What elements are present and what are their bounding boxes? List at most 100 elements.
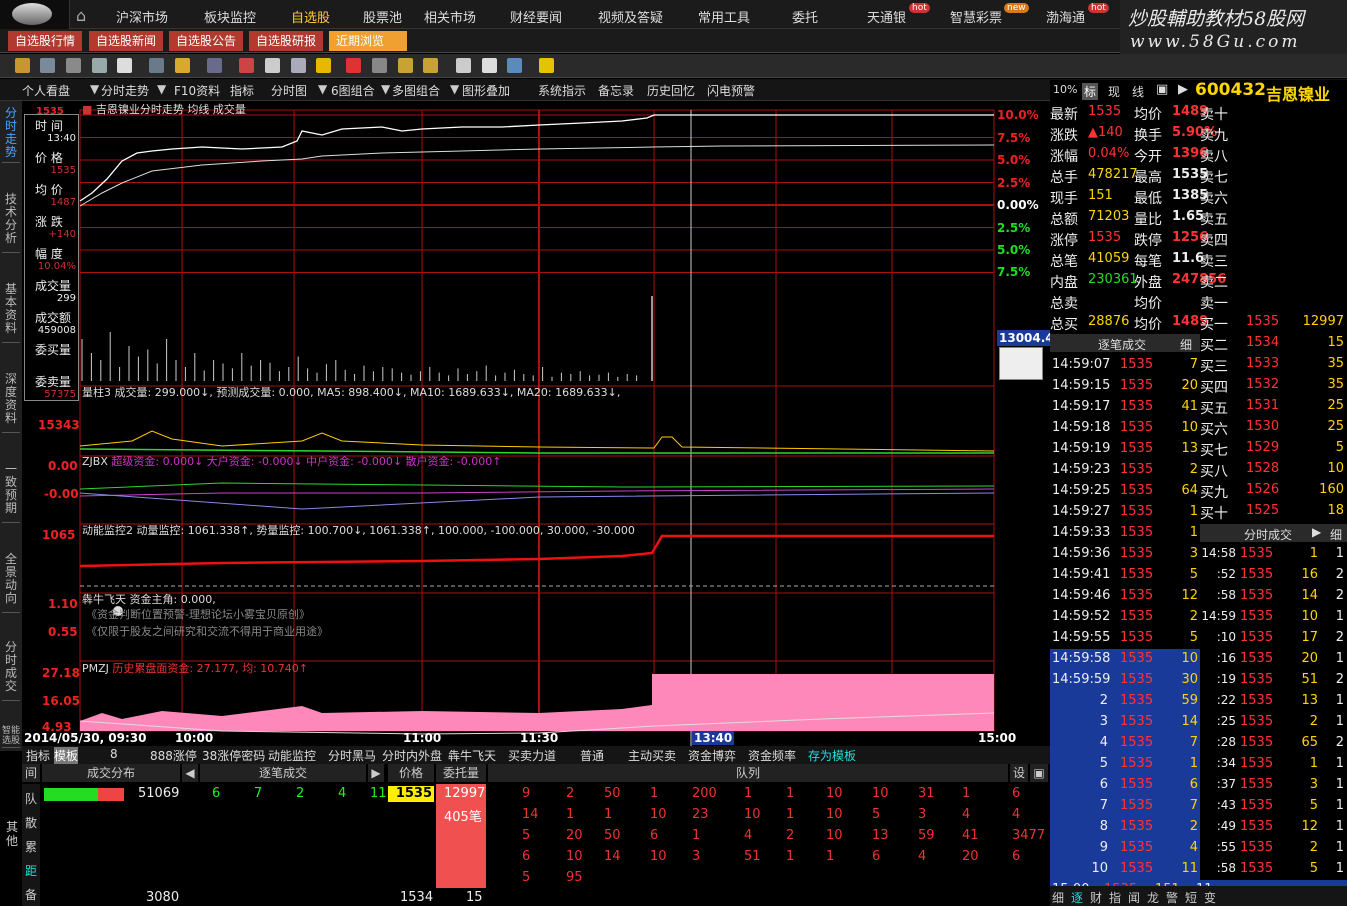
right-bottom-tab[interactable]: 变 (1204, 889, 1216, 906)
menu-shandian[interactable]: 闪电预警 (707, 82, 755, 99)
btab-38[interactable]: 38涨停密码 (202, 747, 265, 764)
nav-item-bankuai[interactable]: 板块监控 (204, 7, 256, 26)
btab-muban[interactable]: 模板 (54, 747, 79, 764)
ltab-jishu[interactable]: 技术分析 (2, 193, 20, 253)
picture-icon[interactable] (372, 58, 387, 73)
prev-arrow-icon[interactable]: ◀ (182, 764, 198, 782)
qtab-bei[interactable]: 备 (25, 886, 37, 903)
window-icon[interactable]: ▣ (1156, 82, 1168, 97)
ltab-yizhi[interactable]: 一致预期 (2, 463, 20, 523)
nav-item-tools[interactable]: 常用工具 (698, 7, 750, 26)
nav-item-caijing[interactable]: 财经要闻 (510, 7, 562, 26)
line-icon[interactable] (175, 58, 190, 73)
play-icon[interactable]: ▶ (1178, 82, 1188, 97)
menu-6tu[interactable]: 6图组合 (331, 82, 375, 99)
qtab-dui[interactable]: 队 (25, 790, 37, 807)
nav-item-gupiaochi[interactable]: 股票池 (363, 7, 402, 26)
right-bottom-tab[interactable]: 细 (1052, 889, 1064, 906)
tab-zixuan-report[interactable]: 自选股研报 (249, 31, 324, 51)
intraday-chart[interactable] (22, 101, 1050, 746)
move-icon[interactable] (149, 58, 164, 73)
menu-fenshitu[interactable]: 分时图 (271, 82, 307, 99)
angle-icon[interactable] (423, 58, 438, 73)
chart-mini-widget[interactable] (999, 347, 1043, 380)
zbcj-detail-button[interactable]: 细 (1180, 336, 1192, 353)
calc-icon[interactable] (456, 58, 471, 73)
tab-recent[interactable]: 近期浏览 (329, 31, 407, 51)
menu-fenshi[interactable]: 分时走势 (101, 82, 149, 99)
btab-888[interactable]: 888涨停 (150, 747, 197, 764)
right-bottom-tab[interactable]: 指 (1109, 889, 1121, 906)
dropdown-arrow-icon[interactable]: ▼ (318, 82, 327, 96)
person-icon[interactable] (207, 58, 222, 73)
menu-f10[interactable]: F10资料 (174, 82, 220, 99)
menu-duotu[interactable]: 多图组合 (392, 82, 440, 99)
bell-icon[interactable] (316, 58, 331, 73)
ltab-fenshi[interactable]: 分时走势 (2, 107, 20, 163)
rtab-biao[interactable]: 标 (1082, 83, 1099, 100)
btab-save[interactable]: 存为模板 (808, 747, 856, 764)
alert-icon[interactable] (346, 58, 361, 73)
btab-8[interactable]: 8 (110, 747, 118, 761)
draw-icon[interactable] (398, 58, 413, 73)
menu-beiwang[interactable]: 备忘录 (598, 82, 634, 99)
qtab-san[interactable]: 散 (25, 814, 37, 831)
nav-item-tiantongyin[interactable]: 天通银 hot (867, 3, 930, 26)
btab-neiwai[interactable]: 分时内外盘 (382, 747, 442, 764)
menu-lishi[interactable]: 历史回忆 (647, 82, 695, 99)
menu-zhibiao[interactable]: 指标 (230, 82, 254, 99)
chart-icon[interactable] (40, 58, 55, 73)
indicator-icon[interactable] (239, 58, 254, 73)
ltab-fenshichengjiao[interactable]: 分时成交 (2, 641, 20, 701)
rtab-xian[interactable]: 现 (1108, 83, 1120, 100)
qtab-lei[interactable]: 累 (25, 838, 37, 855)
note-icon[interactable] (482, 58, 497, 73)
compass-icon[interactable] (265, 58, 280, 73)
btab-pinlv[interactable]: 资金频率 (748, 747, 796, 764)
tab-zixuan-news[interactable]: 自选股新闻 (89, 31, 164, 51)
tab-zixuan-hangqing[interactable]: 自选股行情 (8, 31, 83, 51)
nav-item-bohaitong[interactable]: 渤海通 hot (1046, 3, 1109, 26)
tab-zixuan-notice[interactable]: 自选股公告 (169, 31, 244, 51)
btab-dongneng[interactable]: 动能监控 (268, 747, 316, 764)
right-bottom-tab[interactable]: 闻 (1128, 889, 1140, 906)
btab-putong[interactable]: 普通 (580, 747, 604, 764)
grid-icon[interactable] (66, 58, 81, 73)
btab-heima[interactable]: 分时黑马 (328, 747, 376, 764)
btab-boyi[interactable]: 资金博弈 (688, 747, 736, 764)
menu-geren[interactable]: 个人看盘 (22, 82, 70, 99)
nav-item-weituo[interactable]: 委托 (792, 7, 818, 26)
nav-item-zixuan[interactable]: 自选股 (291, 7, 330, 26)
nav-item-hushen[interactable]: 沪深市场 (116, 7, 168, 26)
dropdown-arrow-icon[interactable]: ▼ (90, 82, 99, 96)
btab-lidao[interactable]: 买卖力道 (508, 747, 556, 764)
right-bottom-tab[interactable]: 龙 (1147, 889, 1159, 906)
btab-zhibiao[interactable]: 指标 (26, 747, 50, 764)
rtab-10pct[interactable]: 10% (1053, 83, 1077, 96)
queue-settings-button[interactable]: 设 (1010, 764, 1028, 782)
nav-item-caipiao[interactable]: 智慧彩票 new (950, 3, 1029, 26)
fscj-detail-button[interactable]: 细 (1330, 526, 1342, 543)
next-arrow-icon[interactable]: ▶ (368, 764, 384, 782)
export-icon[interactable] (92, 58, 107, 73)
menu-xitong[interactable]: 系统指示 (538, 82, 586, 99)
right-bottom-tab[interactable]: 警 (1166, 889, 1178, 906)
right-bottom-tab[interactable]: 短 (1185, 889, 1197, 906)
qtab-ju[interactable]: 距 (25, 862, 37, 879)
lock-icon[interactable]: ▣ (1030, 764, 1048, 782)
folder-icon[interactable] (15, 58, 30, 73)
home-icon[interactable]: ⌂ (76, 6, 86, 25)
nav-item-video[interactable]: 视频及答疑 (598, 7, 663, 26)
right-bottom-tab[interactable]: 财 (1090, 889, 1102, 906)
play-icon[interactable]: ▶ (1312, 525, 1321, 539)
dropdown-arrow-icon[interactable]: ▼ (450, 82, 459, 96)
ltab-zhineng[interactable]: 智能选股 (2, 726, 20, 748)
window-icon[interactable] (117, 58, 132, 73)
btab-zhudong[interactable]: 主动买卖 (628, 747, 676, 764)
trend-icon[interactable] (507, 58, 522, 73)
dropdown-arrow-icon[interactable]: ▼ (381, 82, 390, 96)
nav-item-xiangguan[interactable]: 相关市场 (424, 7, 476, 26)
ltab-shendu[interactable]: 深度资料 (2, 373, 20, 433)
dropdown-arrow-icon[interactable]: ▼ (157, 82, 166, 96)
rtab-line[interactable]: 线 (1132, 83, 1144, 100)
